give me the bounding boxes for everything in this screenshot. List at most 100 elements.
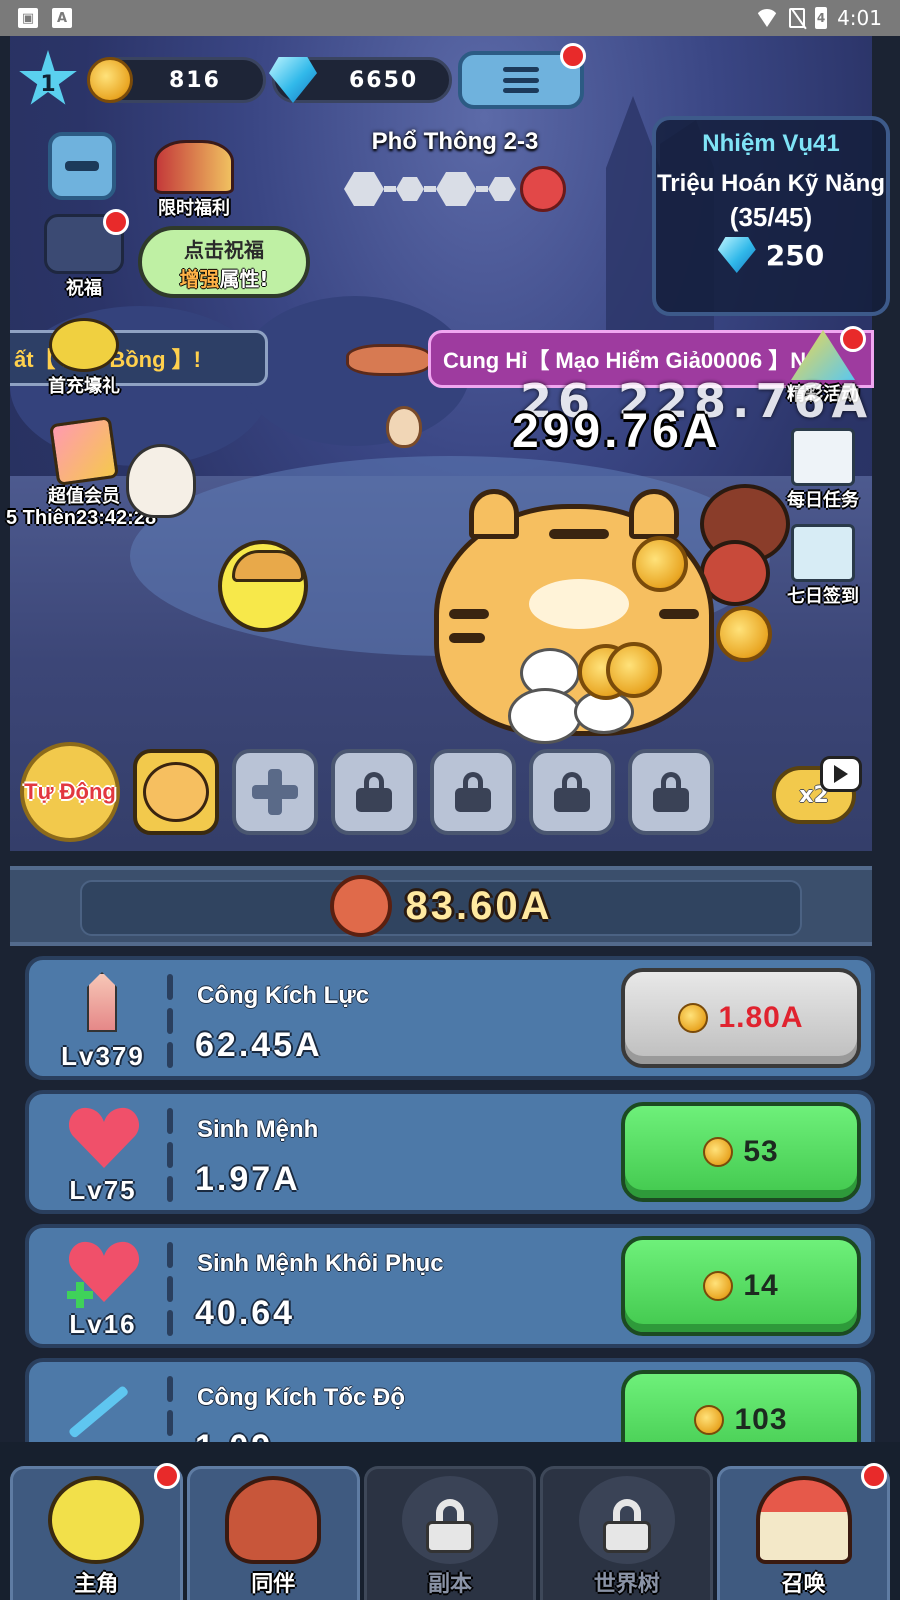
upgrade-cost: 1.80A — [718, 1001, 804, 1034]
blessing-button[interactable]: 祝福 — [38, 209, 130, 300]
coin-drop[interactable] — [716, 606, 772, 662]
tab-hero[interactable]: 主角 — [10, 1463, 183, 1600]
notification-dot — [840, 326, 866, 352]
diamond-icon — [717, 237, 756, 273]
upgrade-name: Công Kích Lực — [197, 982, 370, 1009]
crossed-swords-icon — [329, 875, 392, 937]
daily-tasks-button[interactable]: 每日任务 — [770, 428, 876, 512]
list-icon — [503, 67, 539, 93]
tab-world-tree[interactable]: 世界树 — [540, 1466, 714, 1600]
upgrade-regen-button[interactable]: 14 — [621, 1236, 861, 1336]
gold-coin-icon — [87, 57, 133, 103]
lock-icon — [554, 772, 590, 812]
tab-companion[interactable]: 同伴 — [186, 1466, 360, 1600]
sword-icon — [87, 972, 117, 1032]
combat-power-value: 83.60A — [405, 883, 553, 928]
tab-summon[interactable]: 召唤 — [717, 1463, 890, 1600]
first-recharge-button[interactable]: 首充壕礼 — [34, 318, 134, 398]
collapse-button[interactable] — [48, 132, 116, 200]
upgrade-cost: 53 — [743, 1135, 779, 1168]
player-level-star-icon[interactable]: 1 — [19, 50, 77, 105]
tab-label: 召唤 — [781, 1572, 826, 1597]
bubble-line-2: 增强属性! — [179, 267, 269, 291]
upgrade-value: 1.97A — [195, 1160, 301, 1198]
coin-drop[interactable] — [632, 536, 688, 592]
notification-dot — [860, 1463, 887, 1489]
play-video-icon — [820, 756, 862, 792]
hero-chick-icon — [48, 1476, 145, 1564]
menu-button[interactable] — [458, 43, 586, 109]
skill-slot-tiger[interactable] — [133, 749, 219, 835]
upgrade-hp-button[interactable]: 53 — [621, 1102, 861, 1202]
locked-skill-slot[interactable] — [331, 749, 417, 835]
egg-pickup[interactable] — [386, 406, 422, 448]
add-skill-slot[interactable] — [232, 749, 318, 835]
gold-coin-icon — [694, 1405, 725, 1435]
gold-counter: 816 — [87, 57, 266, 103]
auto-skill-button[interactable]: Tự Động — [20, 742, 120, 842]
gift-icon — [154, 140, 234, 194]
locked-skill-slot[interactable] — [430, 749, 516, 835]
upgrade-cost: 14 — [743, 1269, 779, 1302]
diamond-icon — [269, 57, 317, 103]
stage-node — [436, 172, 476, 206]
boss-icon — [520, 166, 566, 212]
notification-dot — [103, 209, 129, 235]
stage-indicator: Phổ Thông 2-3 — [330, 128, 580, 212]
vip-timer: 5 Thiên23:42:28 — [6, 507, 157, 529]
upgrade-name: Công Kích Tốc Độ — [197, 1384, 405, 1411]
arrow-icon — [67, 1384, 130, 1439]
locked-skill-slot[interactable] — [529, 749, 615, 835]
stage-node — [344, 172, 384, 206]
vip-button[interactable]: 超值会员 — [34, 415, 134, 508]
upgrade-level: Lv379 — [61, 1041, 145, 1071]
quest-title: Nhiệm Vụ41 — [702, 130, 840, 157]
quest-reward-amount: 250 — [765, 238, 825, 272]
speed-x2-button[interactable]: x2 — [772, 756, 862, 826]
gem-amount: 6650 — [349, 67, 419, 93]
upgrade-name: Sinh Mệnh — [197, 1116, 319, 1143]
upgrade-attack-button[interactable]: 1.80A — [621, 968, 861, 1068]
limited-welfare-label: 限时福利 — [158, 198, 230, 219]
lock-icon — [356, 772, 392, 812]
gold-coin-icon — [678, 1003, 709, 1033]
vip-label: 超值会员 — [48, 486, 120, 507]
status-bar: ▣ A 4 4:01 — [0, 0, 900, 36]
first-recharge-label: 首充壕礼 — [48, 376, 120, 397]
upgrade-value: 40.64 — [195, 1294, 296, 1332]
upgrade-level: Lv16 — [69, 1309, 137, 1339]
upgrade-attack-speed-button[interactable]: 103 — [621, 1370, 861, 1442]
upgrade-name: Sinh Mệnh Khôi Phục — [197, 1250, 444, 1277]
lock-icon — [455, 772, 491, 812]
stage-node — [396, 177, 424, 201]
upgrade-level: Lv75 — [69, 1175, 137, 1205]
notification-dot — [153, 1463, 180, 1489]
top-bar: 1 816 6650 — [18, 43, 586, 110]
gold-coin-icon — [703, 1137, 734, 1167]
coin-drop[interactable] — [606, 642, 662, 698]
quest-progress: (35/45) — [729, 202, 813, 232]
locked-skill-slot[interactable] — [628, 749, 714, 835]
upgrade-card-attack-speed: Công Kích Tốc Độ 1.09 103 — [25, 1358, 875, 1442]
battery-icon: 4 — [815, 7, 828, 29]
upgrade-card-attack: Lv379 Công Kích Lực 62.45A 1.80A — [25, 956, 875, 1080]
quest-reward: 250 — [656, 237, 886, 273]
companion-icon — [225, 1476, 322, 1564]
no-sim-icon — [789, 8, 806, 28]
stage-progress — [330, 166, 580, 212]
gem-counter: 6650 — [269, 57, 452, 103]
bottom-nav: 主角 同伴 副本 世界树 召唤 — [0, 1442, 900, 1600]
limited-welfare-button[interactable]: 限时福利 — [146, 140, 242, 220]
upgrade-value: 62.45A — [195, 1026, 323, 1064]
quest-panel[interactable]: Nhiệm Vụ41 Triệu Hoán Kỹ Năng (35/45) 25… — [652, 116, 890, 316]
upgrade-cost: 103 — [734, 1403, 788, 1436]
seven-day-checkin-label: 七日签到 — [787, 586, 859, 607]
bubble-line-1: 点击祝福 — [184, 238, 264, 262]
upgrade-list[interactable]: Lv379 Công Kích Lực 62.45A 1.80A Lv75 Si… — [0, 950, 900, 1442]
clipboard-icon — [791, 428, 855, 486]
lock-icon — [602, 1499, 651, 1553]
pet-ghost — [126, 444, 196, 518]
stage-node — [488, 177, 516, 201]
clock: 4:01 — [837, 6, 882, 30]
tab-dungeon[interactable]: 副本 — [363, 1466, 537, 1600]
